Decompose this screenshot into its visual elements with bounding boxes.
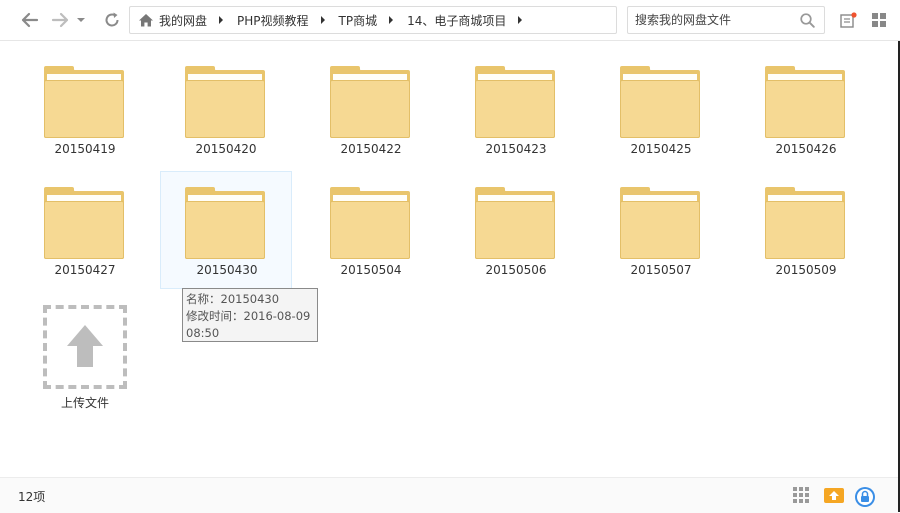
chevron-down-icon [77, 18, 85, 22]
folder-name: 20150425 [630, 142, 692, 156]
grid-menu-icon[interactable] [871, 12, 887, 28]
upload-arrow-icon [67, 325, 103, 367]
folder-icon [185, 66, 265, 138]
arrow-left-icon [21, 12, 39, 28]
refresh-button[interactable] [101, 9, 123, 31]
folder-item[interactable]: 20150509 [740, 171, 872, 289]
folder-icon [185, 187, 265, 259]
folder-item[interactable]: 20150426 [740, 50, 872, 168]
back-button[interactable] [19, 9, 41, 31]
folder-name: 20150504 [340, 263, 402, 277]
folder-icon [475, 66, 555, 138]
folder-name: 20150430 [196, 263, 258, 277]
forward-button[interactable] [49, 9, 71, 31]
folder-icon [765, 187, 845, 259]
folder-name: 20150427 [54, 263, 116, 277]
folder-icon [765, 66, 845, 138]
folder-tooltip: 名称：20150430 修改时间：2016-08-09 08:50 [182, 288, 318, 342]
breadcrumb-item[interactable]: 我的网盘 [156, 12, 207, 29]
upload-file-button[interactable]: 上传文件 [30, 296, 140, 414]
folder-item[interactable]: 20150422 [305, 50, 437, 168]
folder-item[interactable]: 20150419 [19, 50, 151, 168]
chevron-right-icon[interactable] [389, 16, 394, 24]
folder-icon [44, 187, 124, 259]
folder-item[interactable]: 20150423 [450, 50, 582, 168]
tooltip-modified-time: 08:50 [186, 326, 220, 340]
folder-name: 20150506 [485, 263, 547, 277]
breadcrumb: 我的网盘 PHP视频教程 TP商城 14、电子商城项目 [129, 6, 617, 34]
breadcrumb-item[interactable]: PHP视频教程 [237, 12, 309, 29]
folder-icon [330, 66, 410, 138]
folder-item[interactable]: 20150425 [595, 50, 727, 168]
folder-name: 20150509 [775, 263, 837, 277]
folder-item[interactable]: 20150427 [19, 171, 151, 289]
message-icon[interactable] [840, 12, 857, 29]
upload-icon[interactable] [823, 486, 845, 504]
chevron-right-icon[interactable] [518, 16, 523, 24]
folder-name: 20150423 [485, 142, 547, 156]
folder-name: 20150426 [775, 142, 837, 156]
grid-view-icon[interactable] [792, 486, 810, 504]
folder-item[interactable]: 20150506 [450, 171, 582, 289]
search-icon[interactable] [800, 13, 815, 28]
home-icon [139, 14, 153, 27]
lock-icon[interactable] [854, 486, 876, 508]
folder-name: 20150422 [340, 142, 402, 156]
folder-item[interactable]: 20150420 [160, 50, 292, 168]
toolbar: 我的网盘 PHP视频教程 TP商城 14、电子商城项目 [0, 0, 900, 41]
breadcrumb-item[interactable]: TP商城 [339, 12, 378, 29]
tooltip-modified: 修改时间：2016-08-09 [186, 309, 311, 323]
folder-name: 20150419 [54, 142, 116, 156]
folder-item[interactable]: 20150430 [160, 171, 292, 289]
folder-name: 20150420 [195, 142, 257, 156]
arrow-right-icon [51, 12, 69, 28]
upload-label: 上传文件 [60, 396, 109, 410]
breadcrumb-item[interactable]: 14、电子商城项目 [407, 12, 506, 29]
item-count: 12项 [18, 490, 46, 504]
status-bar: 12项 [0, 477, 898, 513]
folder-icon [620, 187, 700, 259]
upload-dropzone[interactable] [43, 305, 127, 389]
folder-icon [44, 66, 124, 138]
folder-item[interactable]: 20150504 [305, 171, 437, 289]
chevron-right-icon[interactable] [320, 16, 325, 24]
folder-item[interactable]: 20150507 [595, 171, 727, 289]
search-input[interactable] [627, 6, 825, 34]
folder-icon [620, 66, 700, 138]
folder-icon [475, 187, 555, 259]
breadcrumb-home[interactable] [130, 13, 156, 27]
history-dropdown-button[interactable] [74, 9, 88, 31]
refresh-icon [105, 12, 119, 27]
folder-icon [330, 187, 410, 259]
folder-name: 20150507 [630, 263, 692, 277]
chevron-right-icon[interactable] [219, 16, 224, 24]
tooltip-name: 名称：20150430 [186, 292, 280, 306]
